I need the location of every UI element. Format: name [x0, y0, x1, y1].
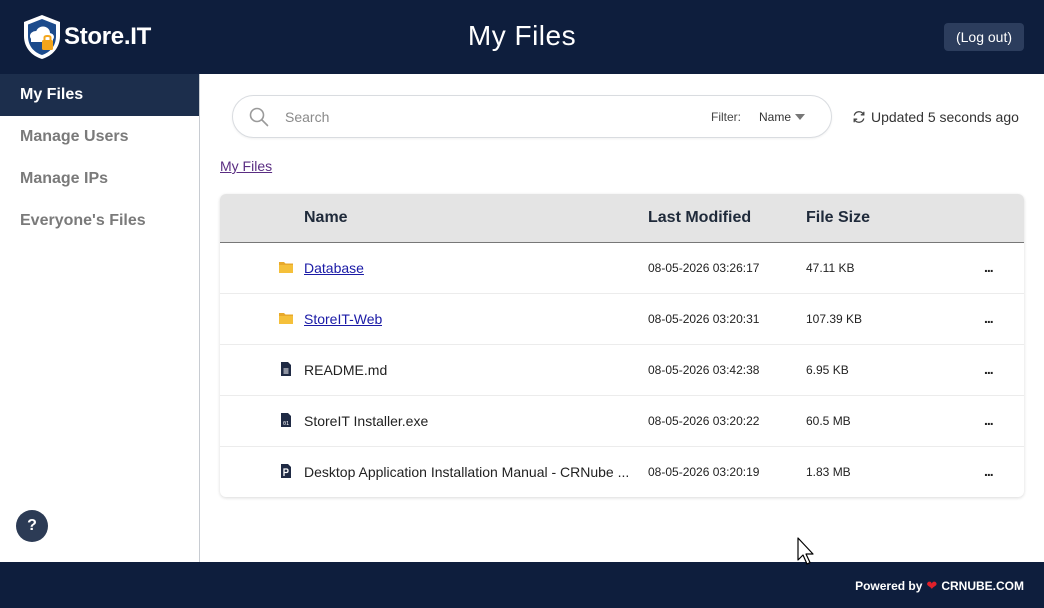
- filter-dropdown-value: Name: [759, 110, 792, 124]
- file-name-link[interactable]: Database: [304, 260, 364, 276]
- filter-label: Filter:: [711, 110, 741, 124]
- help-button[interactable]: ?: [16, 510, 48, 542]
- file-name-link[interactable]: StoreIT-Web: [304, 311, 382, 327]
- brand-link[interactable]: CRNUBE.COM: [941, 579, 1024, 593]
- binary-file-icon: 01: [281, 413, 291, 427]
- column-header-file-size[interactable]: File Size: [806, 209, 870, 227]
- table-row[interactable]: 01 StoreIT Installer.exe 08-05-2026 03:2…: [220, 396, 1024, 447]
- file-table: Name Last Modified File Size Database 08…: [220, 194, 1024, 497]
- sidebar-item-everyones-files[interactable]: Everyone's Files: [0, 200, 199, 242]
- sidebar: My Files Manage Users Manage IPs Everyon…: [0, 74, 200, 562]
- sidebar-item-my-files[interactable]: My Files: [0, 74, 199, 116]
- file-size: 47.11 KB: [806, 261, 855, 275]
- table-row[interactable]: Desktop Application Installation Manual …: [220, 447, 1024, 497]
- more-options-button[interactable]: ...: [984, 412, 994, 428]
- heart-icon: ❤: [926, 578, 938, 593]
- table-row[interactable]: StoreIT-Web 08-05-2026 03:20:31 107.39 K…: [220, 294, 1024, 345]
- file-name[interactable]: README.md: [304, 362, 387, 378]
- presentation-file-icon: [281, 464, 291, 478]
- footer-credit: Powered by ❤ CRNUBE.COM: [855, 578, 1024, 594]
- logout-button[interactable]: (Log out): [944, 23, 1024, 51]
- breadcrumb-my-files[interactable]: My Files: [220, 158, 272, 174]
- search-icon: [249, 107, 269, 132]
- more-options-button[interactable]: ...: [984, 259, 994, 275]
- table-row[interactable]: Database 08-05-2026 03:26:17 47.11 KB ..…: [220, 243, 1024, 294]
- updated-status: Updated 5 seconds ago: [852, 109, 1019, 125]
- powered-by-label: Powered by: [855, 579, 923, 593]
- file-size: 60.5 MB: [806, 414, 851, 428]
- refresh-icon[interactable]: [852, 110, 866, 124]
- column-header-name[interactable]: Name: [304, 209, 348, 227]
- more-options-button[interactable]: ...: [984, 463, 994, 479]
- folder-icon: [279, 313, 293, 324]
- file-size: 6.95 KB: [806, 363, 849, 377]
- folder-icon: [279, 262, 293, 273]
- column-header-last-modified[interactable]: Last Modified: [648, 209, 751, 227]
- file-size: 1.83 MB: [806, 465, 851, 479]
- table-row[interactable]: README.md 08-05-2026 03:42:38 6.95 KB ..…: [220, 345, 1024, 396]
- file-modified: 08-05-2026 03:42:38: [648, 363, 760, 377]
- search-input[interactable]: [285, 107, 685, 127]
- file-modified: 08-05-2026 03:26:17: [648, 261, 760, 275]
- more-options-button[interactable]: ...: [984, 310, 994, 326]
- updated-text: Updated 5 seconds ago: [871, 109, 1019, 125]
- more-options-button[interactable]: ...: [984, 361, 994, 377]
- sidebar-item-manage-ips[interactable]: Manage IPs: [0, 158, 199, 200]
- file-size: 107.39 KB: [806, 312, 863, 326]
- page-title: My Files: [467, 20, 577, 51]
- mouse-cursor-icon: [797, 537, 814, 565]
- file-modified: 08-05-2026 03:20:22: [648, 414, 760, 428]
- search-bar: Filter: Name: [232, 95, 832, 138]
- file-modified: 08-05-2026 03:20:19: [648, 465, 760, 479]
- svg-text:01: 01: [283, 421, 289, 427]
- file-name[interactable]: StoreIT Installer.exe: [304, 413, 428, 429]
- app-footer: Powered by ❤ CRNUBE.COM: [0, 562, 1044, 608]
- filter-dropdown[interactable]: Name: [759, 110, 806, 124]
- file-name[interactable]: Desktop Application Installation Manual …: [304, 464, 629, 480]
- file-modified: 08-05-2026 03:20:31: [648, 312, 760, 326]
- sidebar-item-manage-users[interactable]: Manage Users: [0, 116, 199, 158]
- app-header: Store.IT My Files (Log out): [0, 0, 1044, 74]
- document-icon: [281, 362, 291, 376]
- table-header: Name Last Modified File Size: [220, 194, 1024, 243]
- chevron-down-icon: [795, 114, 806, 120]
